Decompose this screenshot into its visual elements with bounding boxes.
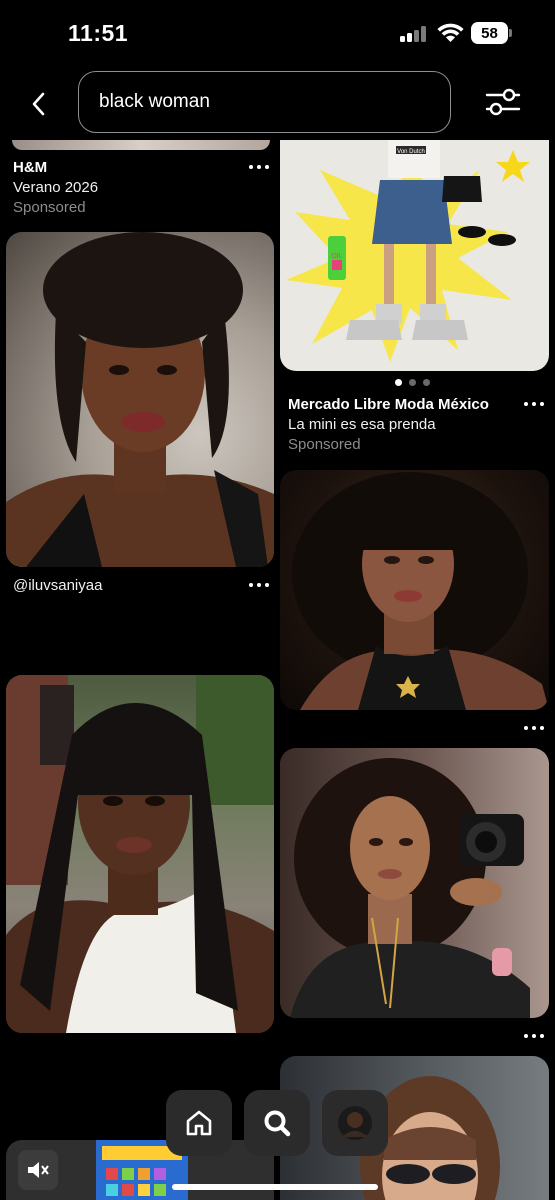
nav-search-button[interactable] [244,1090,310,1156]
battery-icon: 58 [471,22,513,44]
more-options-button[interactable] [524,400,546,408]
chevron-left-icon [32,92,45,116]
carousel-dot [423,379,430,386]
nav-profile-button[interactable] [322,1090,388,1156]
speaker-muted-icon [28,1162,49,1178]
sponsored-label: Sponsored [13,199,86,216]
pin-image-hm[interactable] [12,140,270,150]
pin-image-portrait-street[interactable] [6,675,274,1033]
more-options-button[interactable] [524,724,546,732]
home-indicator[interactable] [172,1184,378,1190]
carousel-dot-active [395,379,402,386]
search-icon [264,1110,291,1137]
home-icon [186,1110,212,1136]
status-time: 11:51 [68,20,129,46]
pin-image-portrait-locs[interactable] [6,232,274,567]
filter-sliders-icon[interactable] [484,86,522,118]
pin-subtitle: La mini es esa prenda [288,416,436,433]
portrait-illustration [6,232,274,567]
pin-title: Mercado Libre Moda México [288,396,489,413]
portrait-illustration [290,758,530,1018]
more-options-button[interactable] [524,1032,546,1040]
pin-subtitle: Verano 2026 [13,179,99,196]
nav-home-button[interactable] [166,1090,232,1156]
pin-image-portrait-camera[interactable] [280,748,549,1018]
search-input[interactable]: black woman [78,71,451,133]
sponsored-label: Sponsored [288,436,361,453]
battery-level: 58 [471,22,508,44]
pin-image-portrait-sunglasses[interactable] [280,1056,549,1200]
wifi-icon [437,23,464,42]
pin-image-portrait-curly[interactable] [280,470,549,710]
pin-image-mercado-libre[interactable]: Von Dutch OIL [280,140,549,371]
pin-author[interactable]: @iluvsaniyaa [13,577,102,594]
cellular-signal-icon [400,26,428,42]
search-query: black woman [99,91,210,112]
gloss-text: OIL [331,253,342,260]
sticker-text: Von Dutch [397,149,425,155]
back-button[interactable] [22,88,54,120]
pin-title: H&M [13,159,48,176]
carousel-dot [409,379,416,386]
profile-avatar [338,1106,372,1140]
fashion-ad-illustration: Von Dutch OIL [286,140,530,362]
mute-button[interactable] [18,1150,58,1190]
portrait-illustration [360,1076,500,1200]
portrait-illustration [6,675,274,1033]
more-options-button[interactable] [249,163,271,171]
more-options-button[interactable] [249,581,271,589]
portrait-illustration [292,472,549,710]
